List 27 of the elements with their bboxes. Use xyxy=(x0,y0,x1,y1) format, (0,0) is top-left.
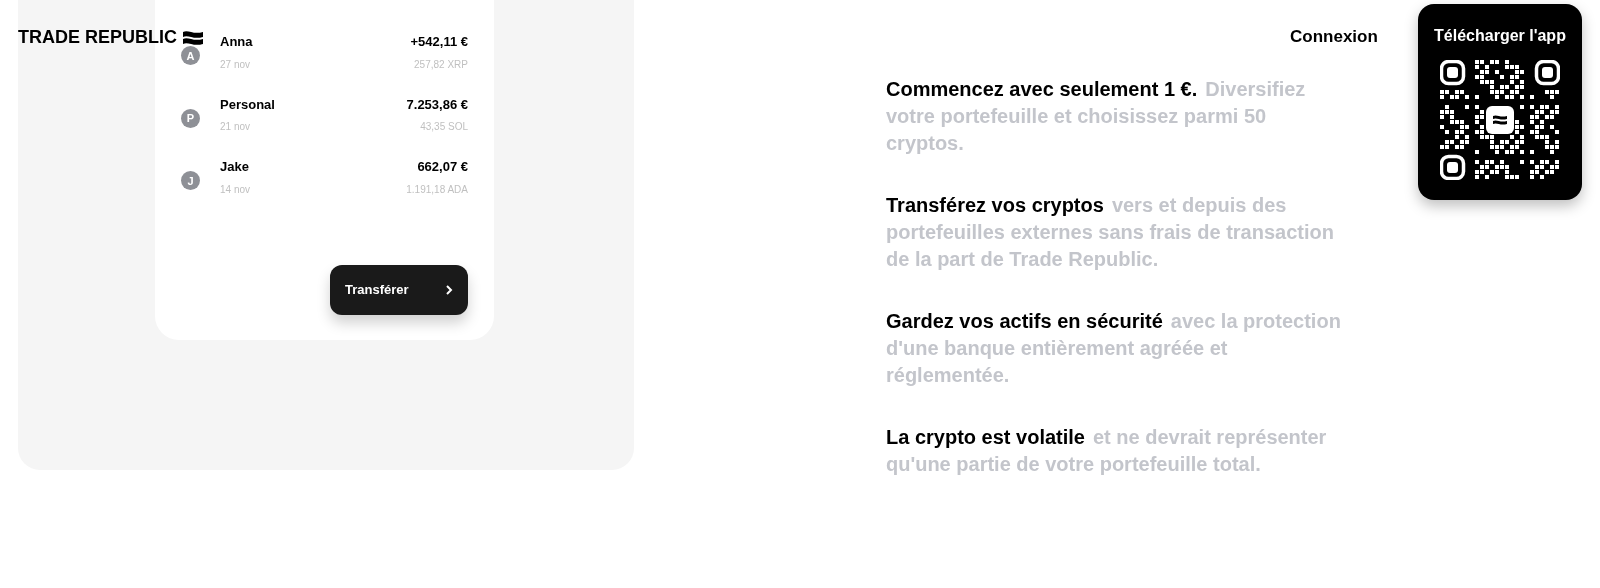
transfer-date: 14 nov xyxy=(220,182,251,197)
login-link[interactable]: Connexion xyxy=(1290,24,1378,50)
avatar-initial: P xyxy=(181,108,200,128)
download-card[interactable]: Télécharger l'app xyxy=(1418,4,1582,200)
transfer-date: 27 nov xyxy=(220,57,252,72)
feature-text: Gardez vos actifs en sécurité avec la protection d'une banque entièrement agréée et réglementée. xyxy=(886,309,1342,388)
crypto-amount: 1.191,18 ADA xyxy=(406,182,468,197)
crypto-amount: 43,35 SOL xyxy=(420,120,468,134)
feature-text: La crypto est volatile et ne devrait représenter qu'une partie de votre portefeuille total. xyxy=(886,425,1328,477)
contact-name: Jake xyxy=(220,158,250,176)
euro-amount: 7.253,86 € xyxy=(406,95,468,114)
chevron-right-icon xyxy=(445,284,453,295)
download-title: Télécharger l'app xyxy=(1434,26,1566,46)
logo-text: TRADE REPUBLIC xyxy=(18,26,177,49)
qr-code-icon xyxy=(1440,60,1560,180)
avatar-initial: J xyxy=(181,171,200,191)
euro-amount: +542,11 € xyxy=(410,33,468,51)
contact-name: Anna xyxy=(220,33,253,51)
contact-name: Personal xyxy=(220,95,275,114)
crypto-amount: 257,82 XRP xyxy=(414,57,468,72)
feature-text: Commencez avec seulement 1 €. Diversifiez votre portefeuille et choisissez parmi 50 cryptos. xyxy=(886,77,1307,156)
transfer-button[interactable]: Transférer xyxy=(330,264,468,315)
flag-logo-icon xyxy=(183,29,203,46)
avatar-initial: A xyxy=(181,46,200,66)
feature-text: Transférez vos cryptos vers et depuis des portefeuilles externes sans frais de transaction de la part de Trade Republic. xyxy=(886,193,1335,272)
euro-amount: 662,07 € xyxy=(417,158,468,176)
transfer-date: 21 nov xyxy=(220,120,252,134)
